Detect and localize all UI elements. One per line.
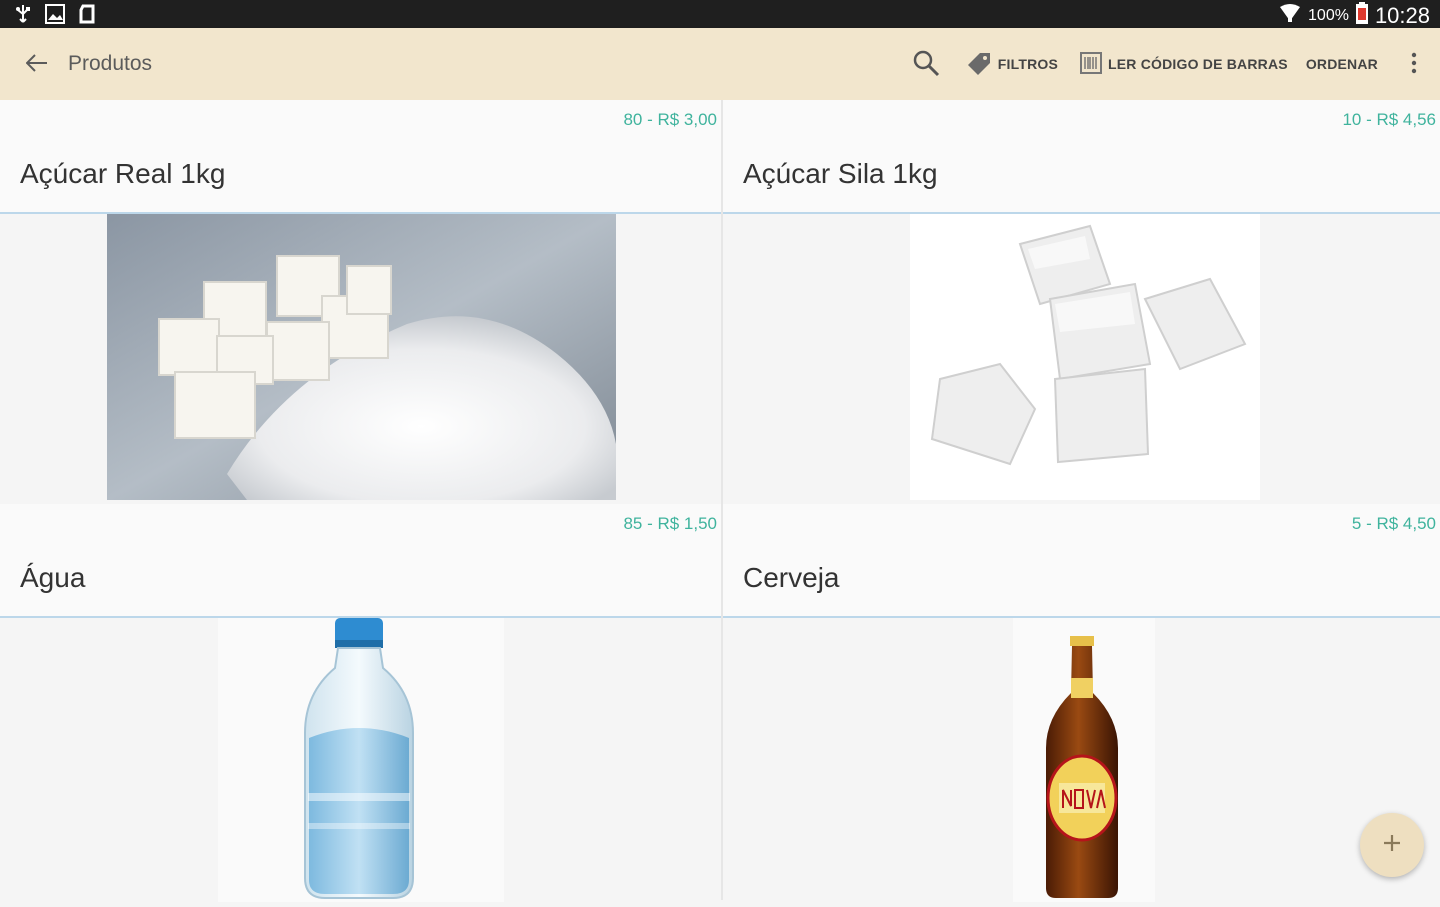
app-icon	[76, 3, 98, 25]
page-title: Produtos	[68, 52, 153, 75]
scan-barcode-button[interactable]: LER CÓDIGO DE BARRAS	[1080, 51, 1288, 77]
more-options-button[interactable]	[1406, 52, 1422, 77]
search-button[interactable]	[912, 49, 940, 80]
sugar-pile-image	[107, 214, 616, 500]
filters-button[interactable]: FILTROS	[966, 51, 1058, 78]
product-name: Açúcar Real 1kg	[20, 158, 226, 189]
product-qty-price: 10 - R$ 4,56	[1342, 110, 1436, 129]
product-grid: 80 - R$ 3,00 Açúcar Real 1kg 10 - R$ 4,5…	[0, 100, 1440, 902]
status-bar: 100% 10:28	[0, 0, 1440, 28]
product-card[interactable]: 5 - R$ 4,50 Cerveja	[723, 504, 1440, 902]
beer-bottle-image	[1013, 618, 1155, 902]
status-right: 100% 10:28	[1278, 2, 1430, 30]
battery-icon	[1355, 2, 1369, 30]
arrow-back-icon	[25, 53, 48, 78]
product-card[interactable]: 10 - R$ 4,56 Açúcar Sila 1kg	[723, 100, 1440, 502]
water-bottle-image	[218, 618, 504, 902]
order-button[interactable]: ORDENAR	[1306, 56, 1378, 72]
product-image-area	[0, 618, 721, 902]
product-card-header: 10 - R$ 4,56 Açúcar Sila 1kg	[723, 100, 1440, 214]
sugar-cubes-image	[910, 214, 1260, 500]
product-card[interactable]: 80 - R$ 3,00 Açúcar Real 1kg	[0, 100, 721, 502]
product-card[interactable]: 85 - R$ 1,50 Água	[0, 504, 721, 902]
product-card-header: 5 - R$ 4,50 Cerveja	[723, 504, 1440, 618]
tag-icon	[966, 51, 992, 78]
product-card-header: 85 - R$ 1,50 Água	[0, 504, 721, 618]
product-card-header: 80 - R$ 3,00 Açúcar Real 1kg	[0, 100, 721, 214]
product-name: Açúcar Sila 1kg	[743, 158, 938, 189]
search-icon	[912, 49, 940, 80]
back-button[interactable]	[20, 48, 54, 82]
product-qty-price: 80 - R$ 3,00	[623, 110, 717, 129]
product-image-area	[723, 214, 1440, 502]
wifi-icon	[1278, 3, 1302, 29]
grid-column-divider	[721, 100, 723, 900]
product-image-area	[0, 214, 721, 502]
filters-label: FILTROS	[997, 56, 1059, 72]
plus-icon	[1382, 833, 1402, 858]
add-product-button[interactable]	[1360, 813, 1424, 877]
product-name: Água	[20, 562, 86, 593]
image-icon	[44, 3, 66, 25]
more-vert-icon	[1411, 52, 1417, 77]
app-toolbar: Produtos FILTROS LER CÓDIGO DE BARRAS OR…	[0, 28, 1440, 100]
product-qty-price: 85 - R$ 1,50	[623, 514, 717, 533]
product-name: Cerveja	[743, 562, 840, 593]
order-label: ORDENAR	[1305, 56, 1378, 72]
toolbar-actions: FILTROS LER CÓDIGO DE BARRAS ORDENAR	[912, 28, 1440, 100]
usb-icon	[12, 3, 34, 25]
barcode-label: LER CÓDIGO DE BARRAS	[1108, 56, 1288, 72]
product-image-area	[723, 618, 1440, 902]
status-time: 10:28	[1374, 3, 1430, 28]
battery-percentage: 100%	[1308, 7, 1349, 24]
barcode-icon	[1080, 51, 1103, 77]
product-qty-price: 5 - R$ 4,50	[1351, 514, 1436, 533]
status-left-icons	[12, 3, 98, 25]
